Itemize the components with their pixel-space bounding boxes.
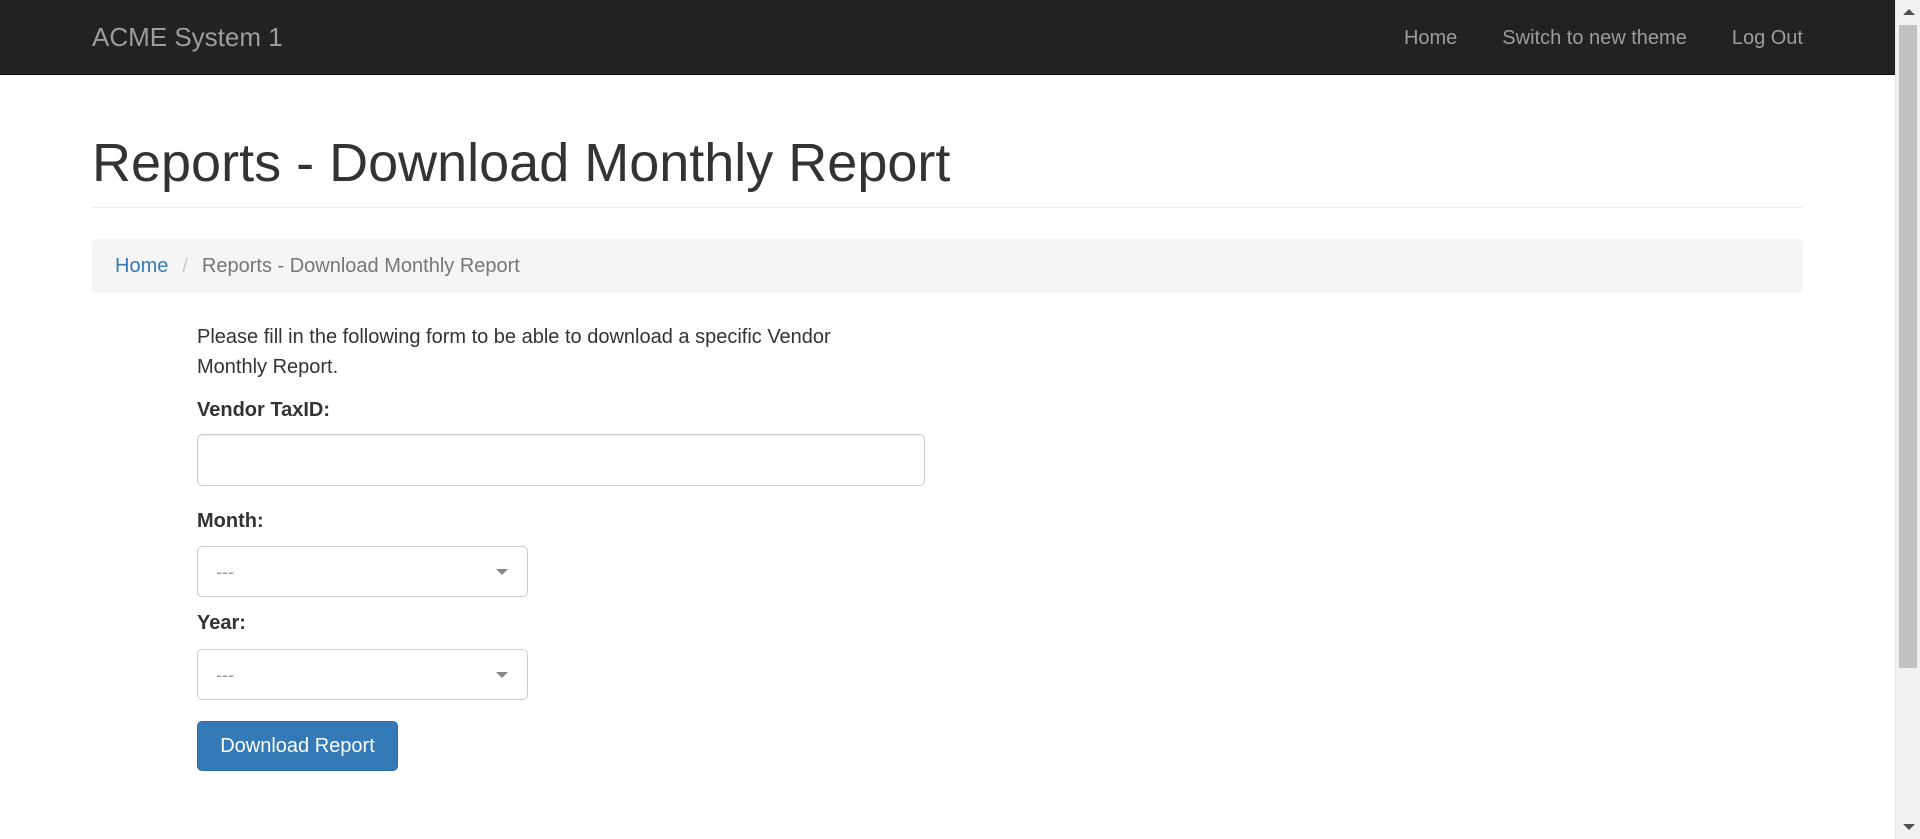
breadcrumb-home-link[interactable]: Home (115, 255, 168, 278)
month-selected-value: --- (216, 562, 234, 582)
vendor-taxid-input[interactable] (197, 434, 925, 486)
nav-home-link[interactable]: Home (1359, 26, 1457, 50)
year-label: Year: (197, 612, 246, 634)
title-divider (92, 207, 1803, 208)
scroll-up-arrow-icon[interactable] (1903, 9, 1915, 15)
year-select[interactable]: --- (197, 649, 528, 700)
year-selected-value: --- (216, 665, 234, 685)
breadcrumb: Home / Reports - Download Monthly Report (92, 239, 1803, 293)
brand-link[interactable]: ACME System 1 (92, 22, 283, 52)
breadcrumb-separator: / (182, 254, 188, 277)
form-intro-text: Please fill in the following form to be … (197, 326, 831, 378)
nav-switch-theme-link[interactable]: Switch to new theme (1457, 26, 1687, 50)
chevron-down-icon (496, 569, 508, 575)
scroll-down-arrow-icon[interactable] (1903, 824, 1915, 830)
month-label: Month: (197, 510, 264, 532)
scrollbar-thumb[interactable] (1899, 25, 1917, 668)
vertical-scrollbar[interactable] (1895, 0, 1920, 839)
month-select[interactable]: --- (197, 546, 528, 597)
download-report-button[interactable]: Download Report (197, 721, 398, 771)
vendor-taxid-label: Vendor TaxID: (197, 399, 330, 421)
chevron-down-icon (496, 672, 508, 678)
page-title: Reports - Download Monthly Report (92, 133, 951, 193)
nav-links: Home Switch to new theme Log Out (1359, 0, 1803, 75)
breadcrumb-current: Reports - Download Monthly Report (201, 254, 520, 277)
nav-logout-link[interactable]: Log Out (1687, 26, 1803, 50)
top-navbar: ACME System 1 Home Switch to new theme L… (0, 0, 1895, 75)
report-form: Please fill in the following form to be … (197, 322, 927, 771)
page-viewport: ACME System 1 Home Switch to new theme L… (0, 0, 1895, 839)
